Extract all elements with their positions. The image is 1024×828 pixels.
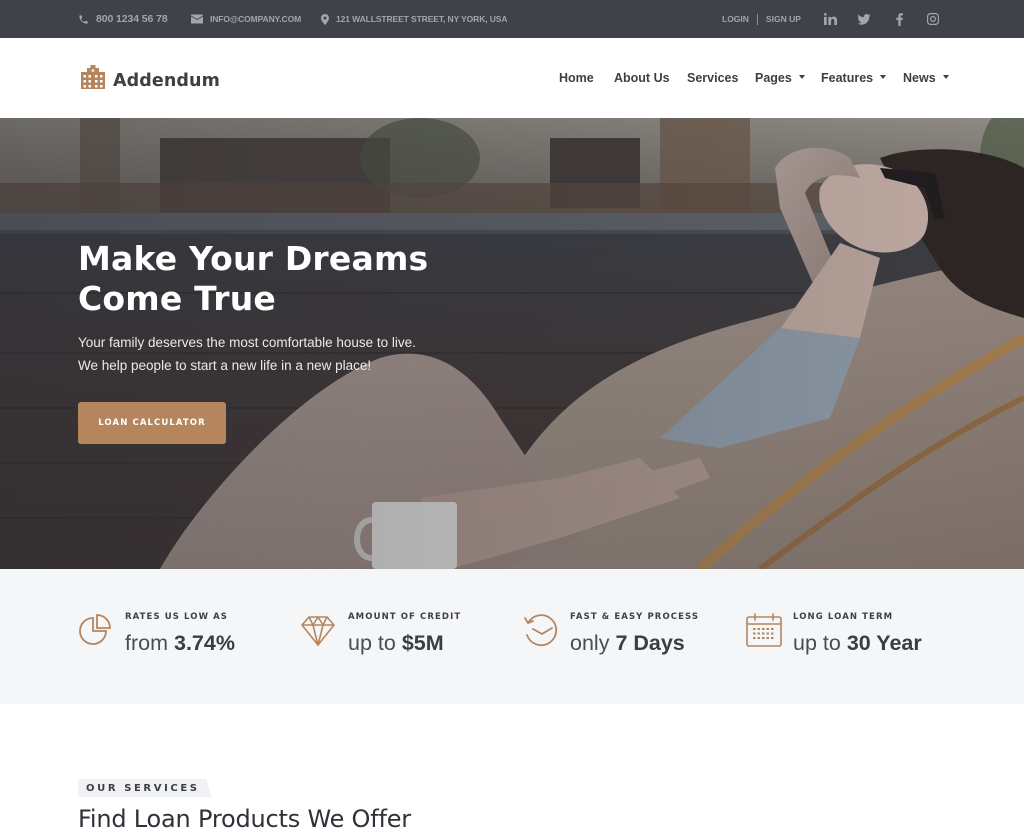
stat-rates: RATES US LOW AS from 3.74% <box>78 569 298 704</box>
nav-services[interactable]: Services <box>687 38 738 118</box>
stat-label: RATES US LOW AS <box>125 612 229 622</box>
diamond-icon <box>301 616 335 646</box>
instagram-icon <box>927 13 939 25</box>
stat-value: only 7 Days <box>570 629 685 657</box>
calendar-icon <box>746 613 782 647</box>
nav-features-label: Features <box>821 71 874 85</box>
hero-title-line-2: Come True <box>78 279 276 318</box>
site-header: Addendum Home About Us Services Pages Fe… <box>0 38 1024 118</box>
stat-prefix: up to <box>793 631 841 655</box>
stat-prefix: from <box>125 631 168 655</box>
caret-down-icon <box>942 75 949 79</box>
email-contact[interactable]: INFO@COMPANY.COM <box>191 0 301 38</box>
stat-prefix: only <box>570 631 610 655</box>
hero-banner: Make Your Dreams Come True Your family d… <box>0 118 1024 569</box>
phone-contact[interactable]: 800 1234 56 78 <box>78 0 168 38</box>
nav-about-us-label: About Us <box>614 71 670 85</box>
signup-link[interactable]: SIGN UP <box>766 14 801 24</box>
instagram-link[interactable] <box>923 0 943 38</box>
caret-down-icon <box>880 75 887 79</box>
hero-title-line-1: Make Your Dreams <box>78 239 429 278</box>
hero-subtitle: Your family deserves the most comfortabl… <box>78 332 416 377</box>
brand-logo[interactable]: Addendum <box>81 65 220 89</box>
phone-number: 800 1234 56 78 <box>96 13 168 25</box>
nav-features[interactable]: Features <box>821 38 887 118</box>
top-bar: 800 1234 56 78 INFO@COMPANY.COM 121 WALL… <box>0 0 1024 38</box>
linkedin-icon <box>823 13 837 25</box>
stat-process: FAST & EASY PROCESS only 7 Days <box>523 569 743 704</box>
stat-number: $5M <box>401 631 444 655</box>
brand-name: Addendum <box>113 70 220 91</box>
facebook-icon <box>895 12 903 26</box>
loan-calculator-button[interactable]: LOAN CALCULATOR <box>78 402 226 444</box>
nav-home[interactable]: Home <box>559 38 594 118</box>
clock-history-icon <box>524 614 558 647</box>
hero-subtitle-line-2: We help people to start a new life in a … <box>78 357 372 373</box>
email-address: INFO@COMPANY.COM <box>210 14 302 24</box>
map-pin-icon <box>321 13 329 25</box>
stat-value: up to $5M <box>348 629 444 657</box>
twitter-link[interactable] <box>854 0 874 38</box>
section-tag: OUR SERVICES <box>78 779 212 797</box>
stats-bar: RATES US LOW AS from 3.74% AMOUNT OF CRE… <box>0 569 1024 704</box>
stat-prefix: up to <box>348 631 396 655</box>
stat-value: up to 30 Year <box>793 629 922 657</box>
stat-value: from 3.74% <box>125 629 235 657</box>
nav-about-us[interactable]: About Us <box>614 38 670 118</box>
login-link[interactable]: LOGIN <box>722 14 749 24</box>
caret-down-icon <box>798 75 805 79</box>
divider <box>756 13 758 25</box>
hero-title: Make Your Dreams Come True <box>78 239 498 319</box>
facebook-link[interactable] <box>889 0 909 38</box>
stat-credit: AMOUNT OF CREDIT up to $5M <box>300 569 520 704</box>
stat-number: 7 Days <box>615 631 685 655</box>
linkedin-link[interactable] <box>820 0 840 38</box>
stat-term: LONG LOAN TERM up to 30 Year <box>745 569 965 704</box>
nav-pages[interactable]: Pages <box>755 38 805 118</box>
stat-label: AMOUNT OF CREDIT <box>348 612 462 622</box>
stat-number: 3.74% <box>173 631 235 655</box>
envelope-icon <box>191 14 203 24</box>
auth-links: LOGIN SIGN UP <box>722 0 801 38</box>
nav-services-label: Services <box>687 71 739 85</box>
stat-label: LONG LOAN TERM <box>793 612 894 622</box>
nav-pages-label: Pages <box>755 71 792 85</box>
hero-subtitle-line-1: Your family deserves the most comfortabl… <box>78 335 416 350</box>
stat-label: FAST & EASY PROCESS <box>570 612 700 622</box>
stat-number: 30 Year <box>846 631 922 655</box>
section-title: Find Loan Products We Offer <box>78 805 411 828</box>
phone-icon <box>79 14 88 24</box>
nav-home-label: Home <box>559 71 594 85</box>
pie-chart-icon <box>79 614 111 645</box>
building-logo-icon <box>81 65 105 89</box>
address-contact: 121 WALLSTREET STREET, NY YORK, USA <box>321 0 508 38</box>
nav-news[interactable]: News <box>903 38 949 118</box>
nav-news-label: News <box>903 71 936 85</box>
address-text: 121 WALLSTREET STREET, NY YORK, USA <box>336 14 508 24</box>
twitter-icon <box>857 13 871 25</box>
